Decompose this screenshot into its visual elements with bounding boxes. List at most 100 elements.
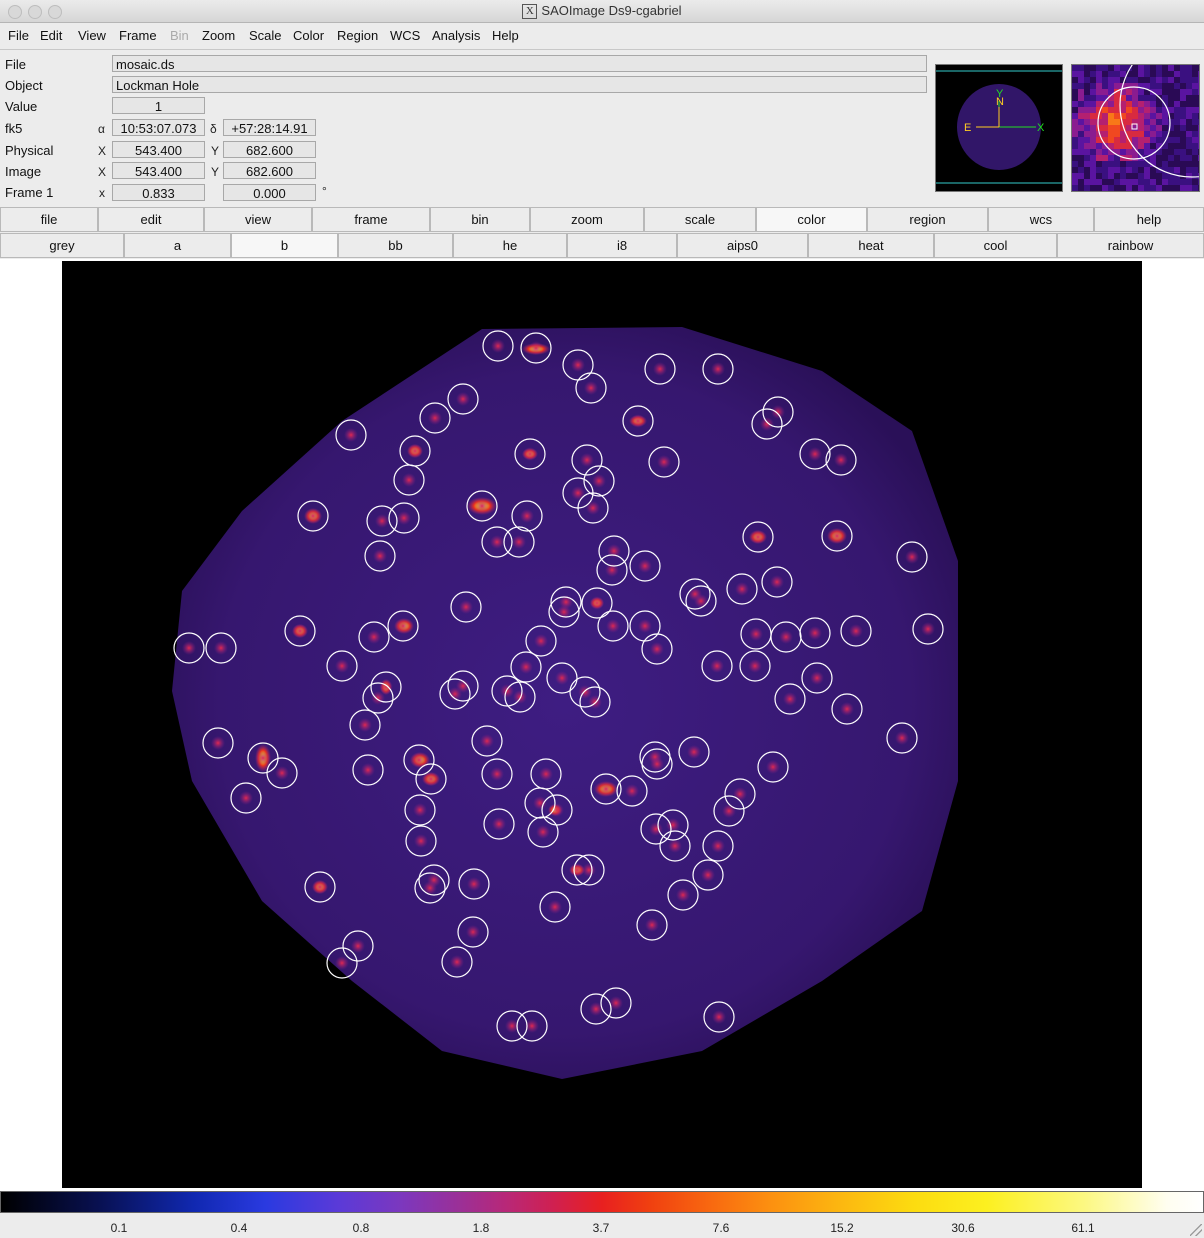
- magnifier-pixel: [1192, 149, 1198, 155]
- magnifier-pixel: [1084, 113, 1090, 119]
- menu-analysis[interactable]: Analysis: [432, 28, 480, 43]
- magnifier-pixel: [1144, 137, 1150, 143]
- physical-x-field[interactable]: 543.400: [112, 141, 205, 158]
- faint-source: [808, 447, 822, 461]
- button-wcs[interactable]: wcs: [988, 207, 1094, 232]
- faint-source: [607, 544, 621, 558]
- colormap-grey[interactable]: grey: [0, 233, 124, 258]
- value-field[interactable]: 1: [112, 97, 205, 114]
- faint-source: [423, 881, 437, 895]
- physical-y-field[interactable]: 682.600: [223, 141, 316, 158]
- maximize-window-button[interactable]: [48, 5, 62, 19]
- magnifier-pixel: [1090, 125, 1096, 131]
- magnifier-pixel: [1186, 89, 1192, 95]
- magnifier-pixel: [1126, 149, 1132, 155]
- menu-help[interactable]: Help: [492, 28, 519, 43]
- magnifier-pixel: [1198, 155, 1199, 161]
- magnifier-pixel: [1180, 161, 1186, 167]
- menu-frame[interactable]: Frame: [119, 28, 157, 43]
- colormap-b[interactable]: b: [231, 233, 338, 258]
- magnifier-pixel: [1198, 83, 1199, 89]
- button-frame[interactable]: frame: [312, 207, 430, 232]
- magnifier-pixel: [1180, 65, 1186, 71]
- magnifier-pixel: [1168, 71, 1174, 77]
- button-view[interactable]: view: [204, 207, 312, 232]
- colormap-heat[interactable]: heat: [808, 233, 934, 258]
- faint-source: [466, 925, 480, 939]
- magnifier-pixel: [1192, 185, 1198, 191]
- close-window-button[interactable]: [8, 5, 22, 19]
- magnifier-pixel: [1120, 167, 1126, 173]
- magnifier-pixel: [1192, 167, 1198, 173]
- panner[interactable]: X Y E N: [935, 64, 1063, 192]
- colormap-aips0[interactable]: aips0: [677, 233, 808, 258]
- magnifier-pixel: [1072, 167, 1078, 173]
- button-help[interactable]: help: [1094, 207, 1204, 232]
- menu-color[interactable]: Color: [293, 28, 324, 43]
- colormap-cool[interactable]: cool: [934, 233, 1057, 258]
- magnifier-pixel: [1114, 83, 1120, 89]
- button-color[interactable]: color: [756, 207, 867, 232]
- button-region[interactable]: region: [867, 207, 988, 232]
- image-y-field[interactable]: 682.600: [223, 162, 316, 179]
- file-field[interactable]: mosaic.ds: [112, 55, 927, 72]
- magnifier-pixel: [1198, 173, 1199, 179]
- magnifier-pixel: [1102, 179, 1108, 185]
- faint-source: [810, 671, 824, 685]
- magnifier-pixel: [1102, 65, 1108, 71]
- magnifier-pixel: [1138, 71, 1144, 77]
- faint-source: [605, 563, 619, 577]
- magnifier-pixel: [1198, 179, 1199, 185]
- colorbar[interactable]: [0, 1191, 1204, 1213]
- colormap-bb[interactable]: bb: [338, 233, 453, 258]
- image-canvas[interactable]: [62, 261, 1142, 1188]
- angle-field[interactable]: 0.000: [223, 184, 316, 201]
- colormap-i8[interactable]: i8: [567, 233, 677, 258]
- magnifier-pixel: [1132, 107, 1138, 113]
- magnifier-pixel: [1126, 89, 1132, 95]
- colormap-rainbow[interactable]: rainbow: [1057, 233, 1204, 258]
- button-file[interactable]: file: [0, 207, 98, 232]
- magnifier-pixel: [1198, 125, 1199, 131]
- faint-source: [361, 763, 375, 777]
- magnifier-pixel: [1180, 185, 1186, 191]
- resize-grip[interactable]: [1190, 1224, 1202, 1236]
- magnifier-pixel: [1072, 83, 1078, 89]
- faint-source: [373, 549, 387, 563]
- magnifier-pixel: [1102, 113, 1108, 119]
- magnifier-pixel: [1090, 155, 1096, 161]
- magnifier-pixel: [1126, 95, 1132, 101]
- colormap-he[interactable]: he: [453, 233, 567, 258]
- zoom-field[interactable]: 0.833: [112, 184, 205, 201]
- menu-wcs[interactable]: WCS: [390, 28, 420, 43]
- magnifier-pixel: [1132, 161, 1138, 167]
- button-zoom[interactable]: zoom: [530, 207, 644, 232]
- menu-region[interactable]: Region: [337, 28, 378, 43]
- minimize-window-button[interactable]: [28, 5, 42, 19]
- faint-source: [513, 690, 527, 704]
- menu-edit[interactable]: Edit: [40, 28, 62, 43]
- magnifier-pixel: [1078, 71, 1084, 77]
- image-x-field[interactable]: 543.400: [112, 162, 205, 179]
- magnifier-pixel: [1150, 143, 1156, 149]
- button-scale[interactable]: scale: [644, 207, 756, 232]
- button-bin[interactable]: bin: [430, 207, 530, 232]
- magnifier-pixel: [1102, 155, 1108, 161]
- magnifier-pixel: [1132, 113, 1138, 119]
- button-edit[interactable]: edit: [98, 207, 204, 232]
- menu-view[interactable]: View: [78, 28, 106, 43]
- magnifier-pixel: [1114, 161, 1120, 167]
- faint-source: [582, 863, 596, 877]
- magnifier-pixel: [1072, 107, 1078, 113]
- colormap-a[interactable]: a: [124, 233, 231, 258]
- delta-field[interactable]: +57:28:14.91: [223, 119, 316, 136]
- magnifier-pixel: [1144, 131, 1150, 137]
- menu-zoom[interactable]: Zoom: [202, 28, 235, 43]
- object-field[interactable]: Lockman Hole: [112, 76, 927, 93]
- menu-file[interactable]: File: [8, 28, 29, 43]
- menu-bin: Bin: [170, 28, 189, 43]
- magnifier-pixel: [1198, 77, 1199, 83]
- faint-source: [599, 782, 613, 796]
- alpha-field[interactable]: 10:53:07.073: [112, 119, 205, 136]
- menu-scale[interactable]: Scale: [249, 28, 282, 43]
